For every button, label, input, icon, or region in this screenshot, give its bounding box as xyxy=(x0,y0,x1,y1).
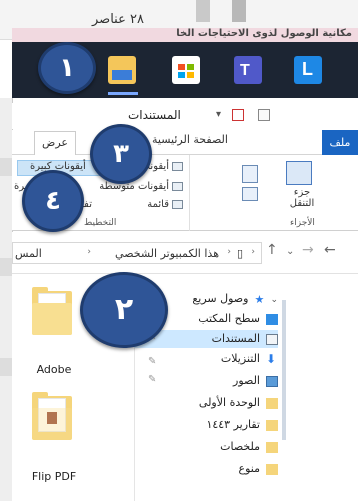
left-strip xyxy=(0,98,12,501)
window-title: المستندات xyxy=(128,108,181,122)
folder-icon[interactable] xyxy=(32,287,72,335)
navigation-pane-icon[interactable] xyxy=(286,161,312,185)
checkbox-icon[interactable] xyxy=(232,109,244,121)
tab-view[interactable]: عرض xyxy=(34,131,76,155)
tab-home[interactable]: الصفحة الرئيسية xyxy=(152,133,228,146)
callout-1: ١ xyxy=(38,42,96,94)
panes-group: جزء التنقل الأجزاء xyxy=(190,155,358,231)
layout-group-label: التخطيط xyxy=(84,218,117,228)
file-label[interactable]: Adobe xyxy=(14,363,94,376)
microsoft-store-icon[interactable] xyxy=(172,56,200,84)
pin-icon[interactable]: ✎ xyxy=(148,374,156,385)
panes-group-label: الأجزاء xyxy=(290,218,315,228)
tree-item-pictures[interactable]: الصور xyxy=(233,372,278,390)
back-arrow-icon[interactable]: ← xyxy=(324,242,336,258)
tree-item-folder[interactable]: منوع xyxy=(239,460,278,478)
thumbnail xyxy=(196,0,210,22)
callout-2: ٢ xyxy=(80,272,168,348)
active-indicator xyxy=(108,92,138,95)
chevron-icon: › xyxy=(227,247,231,257)
tree-item-folder[interactable]: تقارير ١٤٤٣ xyxy=(206,416,278,434)
ribbon-tabs: ملف الصفحة الرئيسية عرض xyxy=(12,130,358,155)
chevron-icon: › xyxy=(251,247,255,257)
navigation-pane-button[interactable]: جزء التنقل xyxy=(282,187,322,209)
app-l-icon[interactable]: L xyxy=(294,56,322,84)
folder-icon[interactable] xyxy=(32,392,72,440)
callout-3: ٣ xyxy=(90,124,152,184)
tree-item-folder[interactable]: الوحدة الأولى xyxy=(199,394,278,412)
chevron-icon: › xyxy=(87,247,91,257)
file-explorer-icon[interactable] xyxy=(108,56,136,84)
banner-text: مكانية الوصول لذوى الاحتياجات الخا xyxy=(176,28,352,39)
tree-item-desktop[interactable]: سطح المكتب xyxy=(198,310,278,328)
undo-icon[interactable] xyxy=(258,109,270,121)
up-arrow-icon[interactable]: ↑ xyxy=(266,242,278,258)
tab-file[interactable]: ملف xyxy=(322,130,358,155)
folder-breadcrumb-icon: ▯ xyxy=(236,247,243,260)
breadcrumb[interactable]: هذا الكمبيوتر الشخصي xyxy=(115,247,219,260)
forward-arrow-icon[interactable]: → xyxy=(302,242,314,258)
teams-icon[interactable]: T xyxy=(234,56,262,84)
details-pane-icon[interactable] xyxy=(242,187,258,201)
layout-option[interactable]: قائمة xyxy=(147,199,183,210)
breadcrumb[interactable]: المس xyxy=(15,247,42,260)
thumbnail xyxy=(232,0,246,22)
navigation-bar: ← → ⌄ ↑ › ▯ › هذا الكمبيوتر الشخصي › الم… xyxy=(12,232,358,274)
title-bar: ▾ المستندات xyxy=(12,103,358,129)
file-label[interactable]: Flip PDF xyxy=(14,470,94,483)
banner: مكانية الوصول لذوى الاحتياجات الخا xyxy=(12,28,358,42)
preview-edge xyxy=(282,300,286,440)
callout-4: ٤ xyxy=(22,170,84,232)
tree-item-folder[interactable]: ملخصات xyxy=(220,438,278,456)
item-count: ٢٨ عناصر xyxy=(92,12,144,27)
recent-dropdown-icon[interactable]: ⌄ xyxy=(286,246,294,257)
tree-item-downloads[interactable]: التنزيلات ⬇ xyxy=(221,350,278,368)
tree-item-quick-access[interactable]: وصول سريع ★ ⌄ xyxy=(192,290,278,308)
address-bar[interactable]: › ▯ › هذا الكمبيوتر الشخصي › المس xyxy=(12,242,262,264)
dropdown-icon[interactable]: ▾ xyxy=(216,109,228,121)
preview-pane-icon[interactable] xyxy=(242,165,258,183)
pin-icon[interactable]: ✎ xyxy=(148,356,156,367)
